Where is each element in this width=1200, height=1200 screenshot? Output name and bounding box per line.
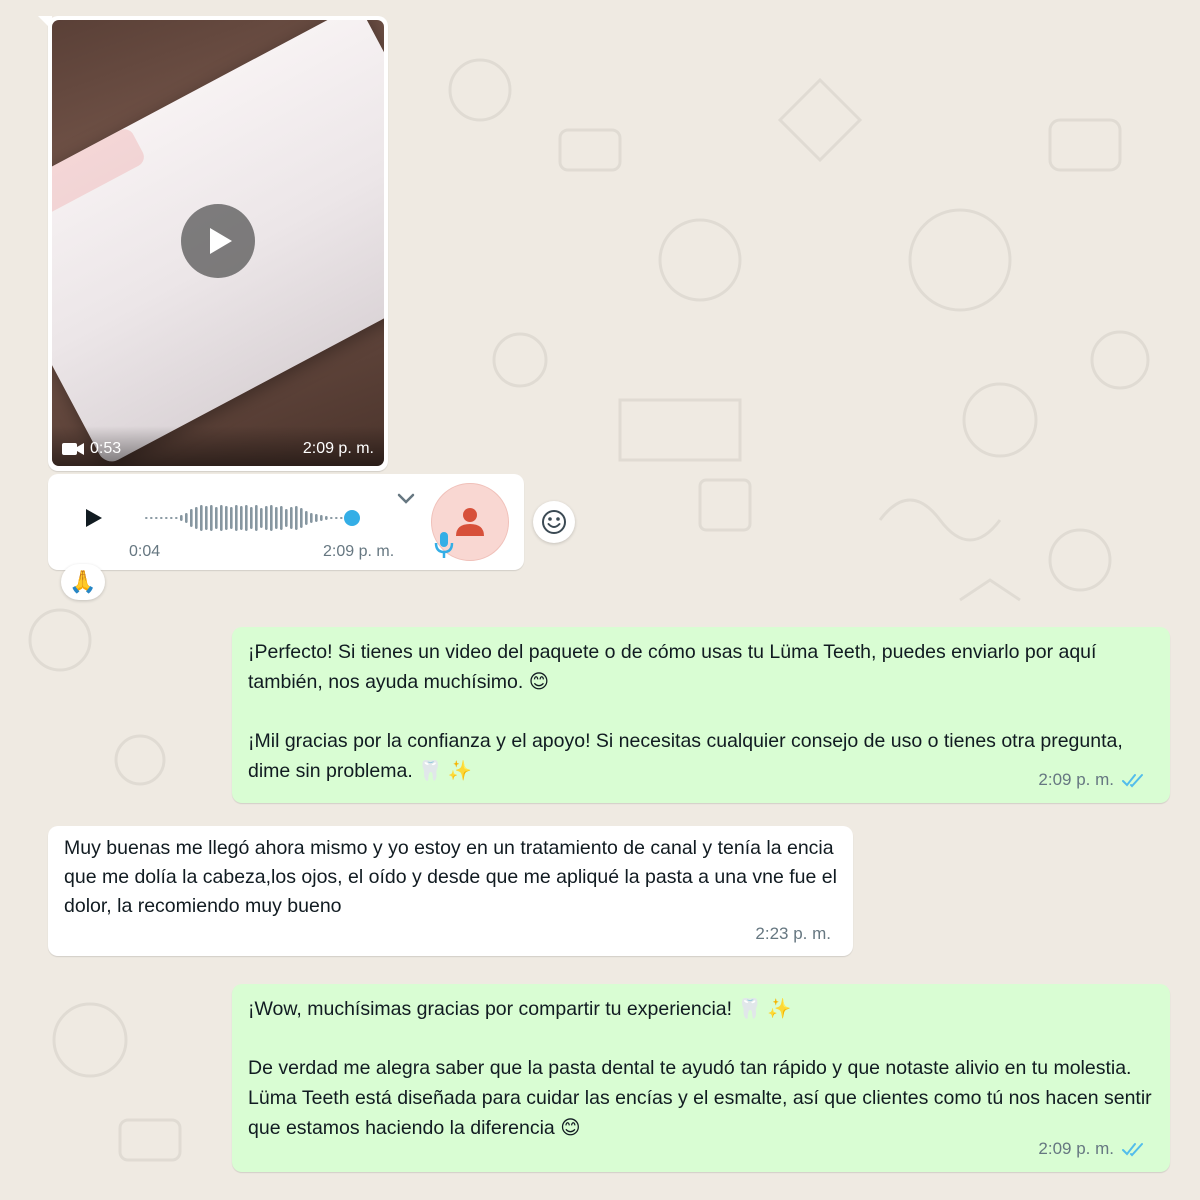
audio-waveform[interactable]	[143, 503, 383, 533]
message-text: Muy buenas me llegó ahora mismo y yo est…	[64, 837, 837, 917]
waveform-bar	[335, 517, 338, 519]
waveform-bar	[320, 515, 323, 521]
message-text: ¡Mil gracias por la confianza y el apoyo…	[248, 730, 1123, 782]
waveform-bar	[330, 517, 333, 519]
waveform-bar	[175, 517, 178, 519]
reaction-button[interactable]	[533, 501, 575, 543]
message-meta: 2:09 p. m.	[1038, 1134, 1148, 1164]
video-camera-icon	[62, 443, 84, 455]
waveform-bar	[300, 508, 303, 528]
message-meta: 2:23 p. m.	[755, 919, 831, 948]
waveform-bar	[190, 509, 193, 527]
message-meta: 2:09 p. m.	[1038, 765, 1148, 795]
message-reaction[interactable]: 🙏	[61, 564, 105, 600]
video-play-button[interactable]	[181, 204, 255, 278]
waveform-bar	[230, 507, 233, 529]
waveform-bar	[215, 507, 218, 529]
waveform-bar	[160, 517, 163, 519]
video-duration-wrap: 0:53	[62, 440, 121, 458]
waveform-bar	[295, 506, 298, 530]
double-check-icon	[1122, 1143, 1143, 1157]
waveform-bar	[310, 513, 313, 523]
waveform-bar	[170, 517, 173, 519]
waveform-bar	[220, 505, 223, 531]
waveform-bar	[155, 517, 158, 519]
waveform-bar	[270, 505, 273, 531]
waveform-bar	[305, 511, 308, 525]
video-footer: 0:53 2:09 p. m.	[52, 426, 384, 466]
waveform-bar	[245, 505, 248, 531]
video-duration: 0:53	[90, 440, 122, 457]
waveform-bar	[250, 507, 253, 529]
message-timestamp: 2:23 p. m.	[755, 924, 831, 943]
smiley-icon	[542, 510, 566, 534]
waveform-bar	[340, 517, 343, 519]
video-timestamp: 2:09 p. m.	[302, 440, 374, 457]
waveform-bar	[290, 507, 293, 529]
reaction-emoji: 🙏	[69, 569, 97, 594]
waveform-bar	[275, 507, 278, 529]
waveform-bar	[150, 517, 153, 519]
waveform-bar	[325, 516, 328, 520]
message-text: ¡Perfecto! Si tienes un video del paquet…	[248, 641, 1097, 693]
audio-play-button[interactable]	[80, 506, 106, 530]
waveform-bar	[145, 517, 148, 519]
waveform-bar	[180, 515, 183, 521]
waveform-bar	[210, 505, 213, 531]
message-text: De verdad me alegra saber que la pasta d…	[248, 1057, 1152, 1139]
waveform-bar	[260, 508, 263, 528]
waveform-bar	[165, 517, 168, 519]
waveform-bar	[195, 507, 198, 529]
microphone-icon	[434, 532, 454, 558]
outgoing-message: ¡Wow, muchísimas gracias por compartir t…	[232, 984, 1170, 1172]
waveform-bar	[315, 514, 318, 522]
waveform-bar	[255, 505, 258, 531]
double-check-icon	[1122, 774, 1143, 788]
bubble-tail	[38, 16, 52, 30]
person-icon	[456, 508, 484, 536]
message-text: ¡Wow, muchísimas gracias por compartir t…	[248, 998, 792, 1020]
waveform-bar	[205, 506, 208, 530]
incoming-message: Muy buenas me llegó ahora mismo y yo est…	[48, 826, 853, 956]
waveform-bar	[285, 509, 288, 527]
waveform-bar	[265, 506, 268, 530]
message-timestamp: 2:09 p. m.	[1038, 1139, 1114, 1158]
message-timestamp: 2:09 p. m.	[1038, 770, 1114, 789]
audio-seek-knob[interactable]	[344, 510, 360, 526]
waveform-bar	[185, 513, 188, 523]
chevron-down-icon[interactable]	[396, 492, 416, 506]
waveform-bar	[235, 505, 238, 531]
waveform-bar	[280, 506, 283, 530]
audio-timestamp: 2:09 p. m.	[323, 543, 395, 560]
video-thumbnail[interactable]: 0:53 2:09 p. m.	[52, 20, 384, 466]
waveform-bar	[225, 506, 228, 530]
play-icon	[210, 228, 232, 254]
outgoing-message: ¡Perfecto! Si tienes un video del paquet…	[232, 627, 1170, 803]
audio-duration: 0:04	[129, 543, 161, 560]
waveform-bar	[200, 505, 203, 531]
waveform-bar	[240, 506, 243, 530]
video-message[interactable]: 0:53 2:09 p. m.	[38, 16, 388, 471]
